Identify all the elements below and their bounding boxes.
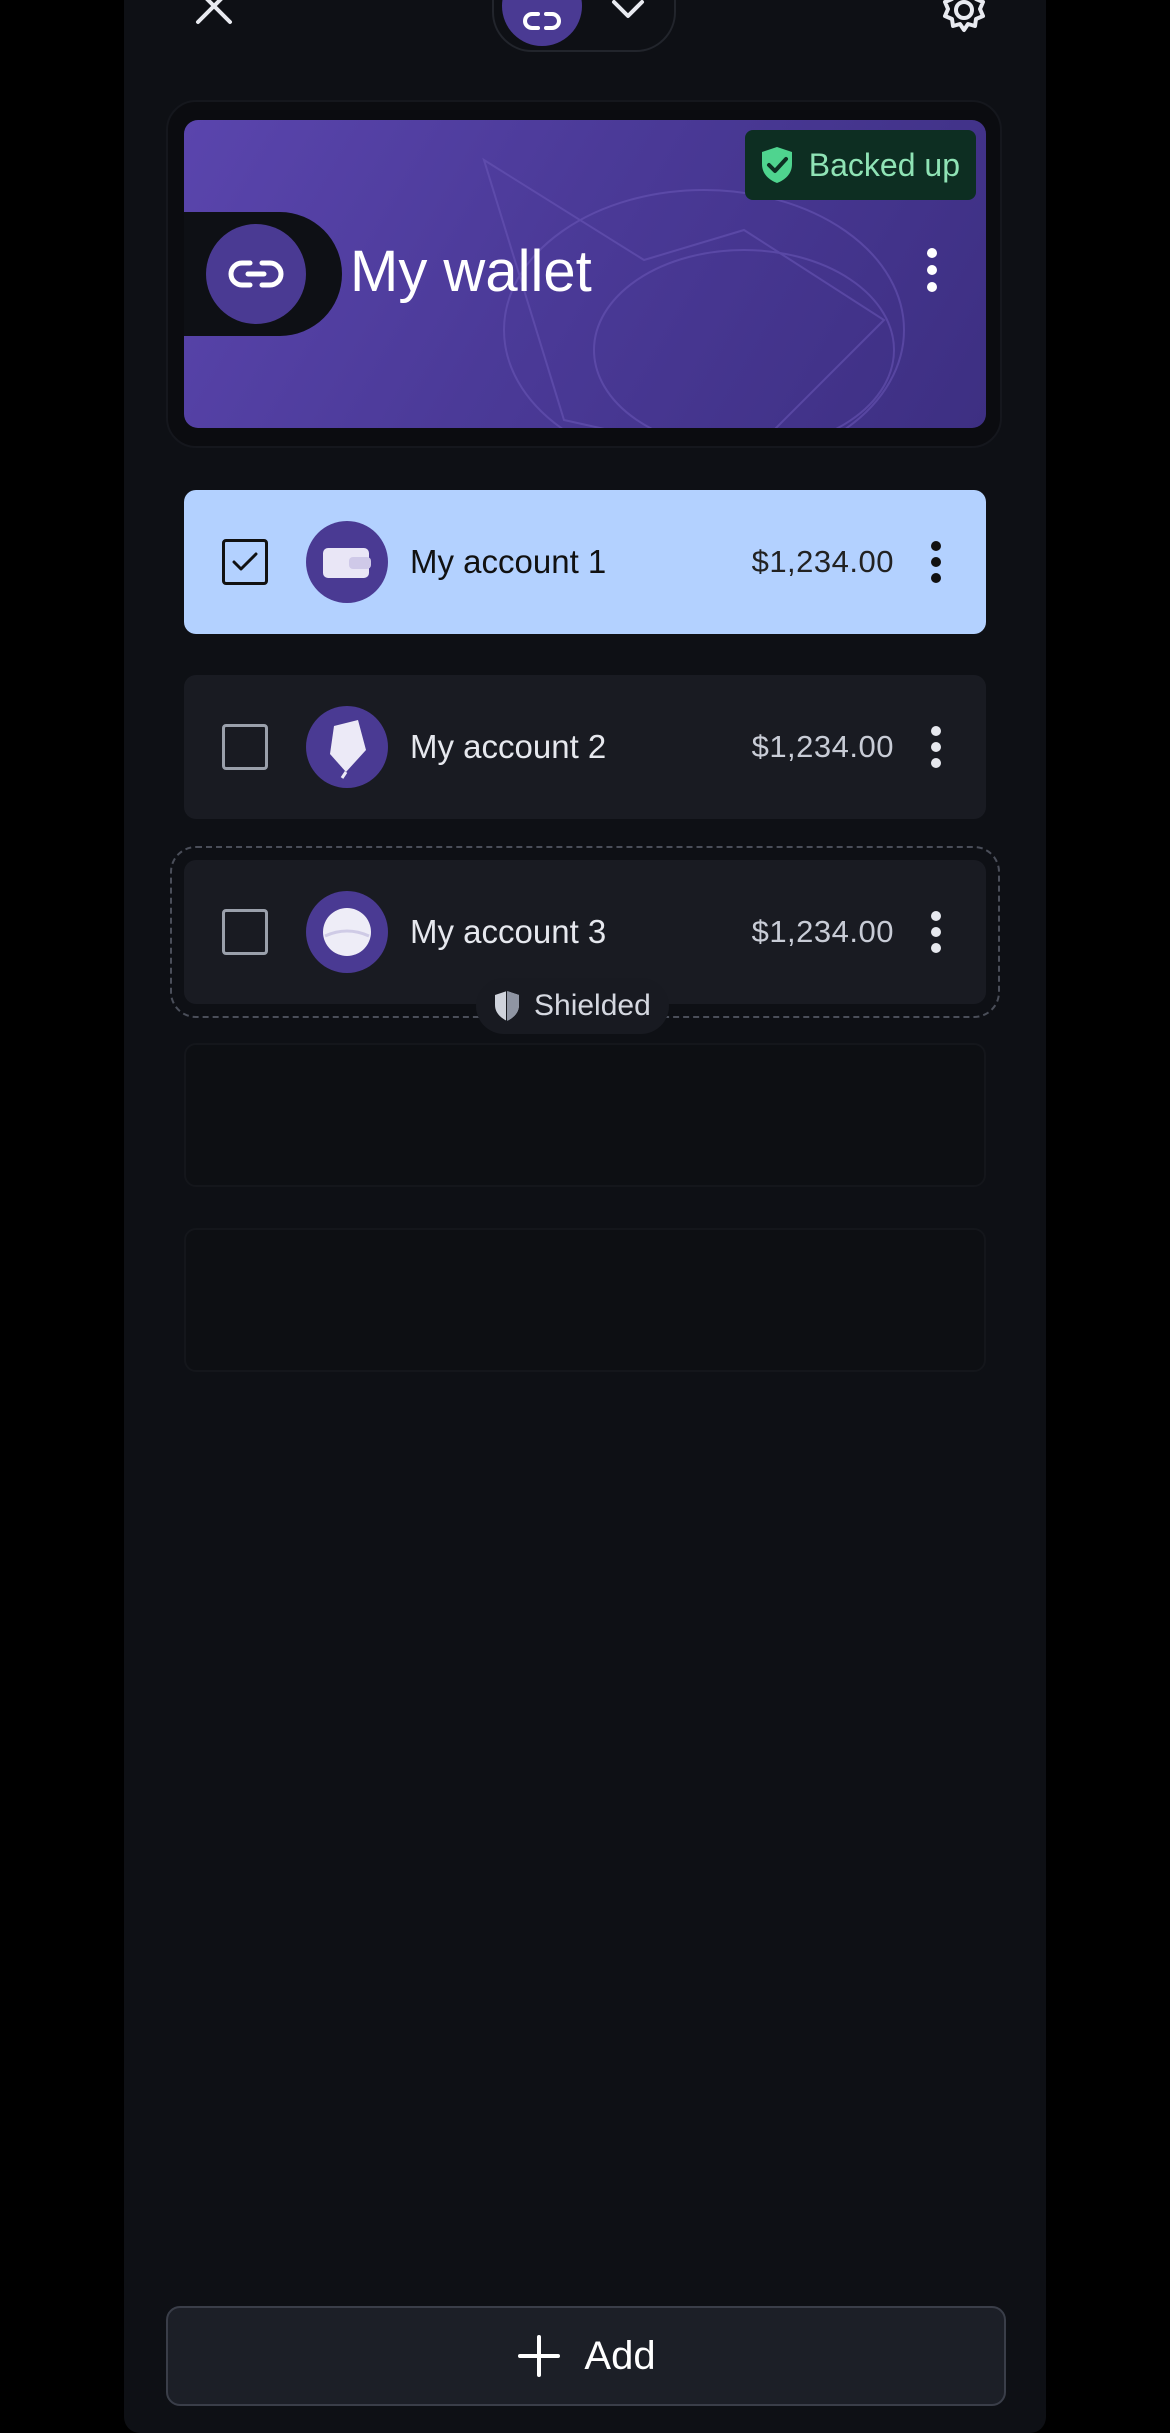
gear-icon	[943, 0, 985, 32]
empty-slot	[184, 1228, 986, 1372]
backup-status-badge: Backed up	[744, 130, 976, 200]
settings-button[interactable]	[938, 0, 990, 36]
account-menu-button[interactable]	[926, 717, 946, 777]
account-balance: $1,234.00	[751, 914, 894, 949]
close-icon	[196, 0, 232, 24]
link-icon	[228, 260, 284, 288]
account-balance: $1,234.00	[751, 544, 894, 579]
add-button-label: Add	[584, 2333, 656, 2378]
wallet-title: My wallet	[350, 239, 592, 304]
account-row-2[interactable]: My account 2 $1,234.00	[184, 675, 986, 819]
account-name: My account 3	[410, 913, 607, 950]
backup-status-text: Backed up	[808, 146, 960, 183]
close-button[interactable]	[190, 0, 238, 30]
wallet-avatar	[206, 224, 306, 324]
shield-check-icon	[761, 147, 792, 183]
shield-icon	[495, 991, 519, 1021]
account-checkbox[interactable]	[222, 724, 268, 770]
shielded-tag: Shielded	[476, 978, 669, 1034]
wallet-switcher[interactable]	[492, 0, 676, 52]
account-name: My account 1	[410, 543, 607, 580]
check-icon	[232, 552, 258, 571]
account-balance: $1,234.00	[751, 729, 894, 764]
balloon-icon	[306, 706, 388, 788]
shielded-tag-label: Shielded	[534, 989, 651, 1022]
add-button[interactable]: Add	[166, 2306, 1006, 2406]
wallet-menu-button[interactable]	[912, 240, 952, 300]
more-vertical-icon	[927, 248, 937, 292]
orb-icon	[306, 891, 388, 973]
account-menu-button[interactable]	[926, 532, 946, 592]
link-icon	[502, 0, 582, 46]
account-name: My account 2	[410, 728, 607, 765]
app-panel: Backed up My wallet My account 1 $1,234.…	[124, 0, 1046, 2433]
account-checkbox[interactable]	[222, 539, 268, 585]
empty-slot	[184, 1043, 986, 1187]
plus-icon	[518, 2335, 561, 2377]
more-vertical-icon	[931, 911, 941, 953]
chevron-down-icon	[612, 0, 644, 18]
account-menu-button[interactable]	[926, 902, 946, 962]
wallet-icon	[306, 521, 388, 603]
account-checkbox[interactable]	[222, 909, 268, 955]
more-vertical-icon	[931, 541, 941, 583]
more-vertical-icon	[931, 726, 941, 768]
account-row-1[interactable]: My account 1 $1,234.00	[184, 490, 986, 634]
